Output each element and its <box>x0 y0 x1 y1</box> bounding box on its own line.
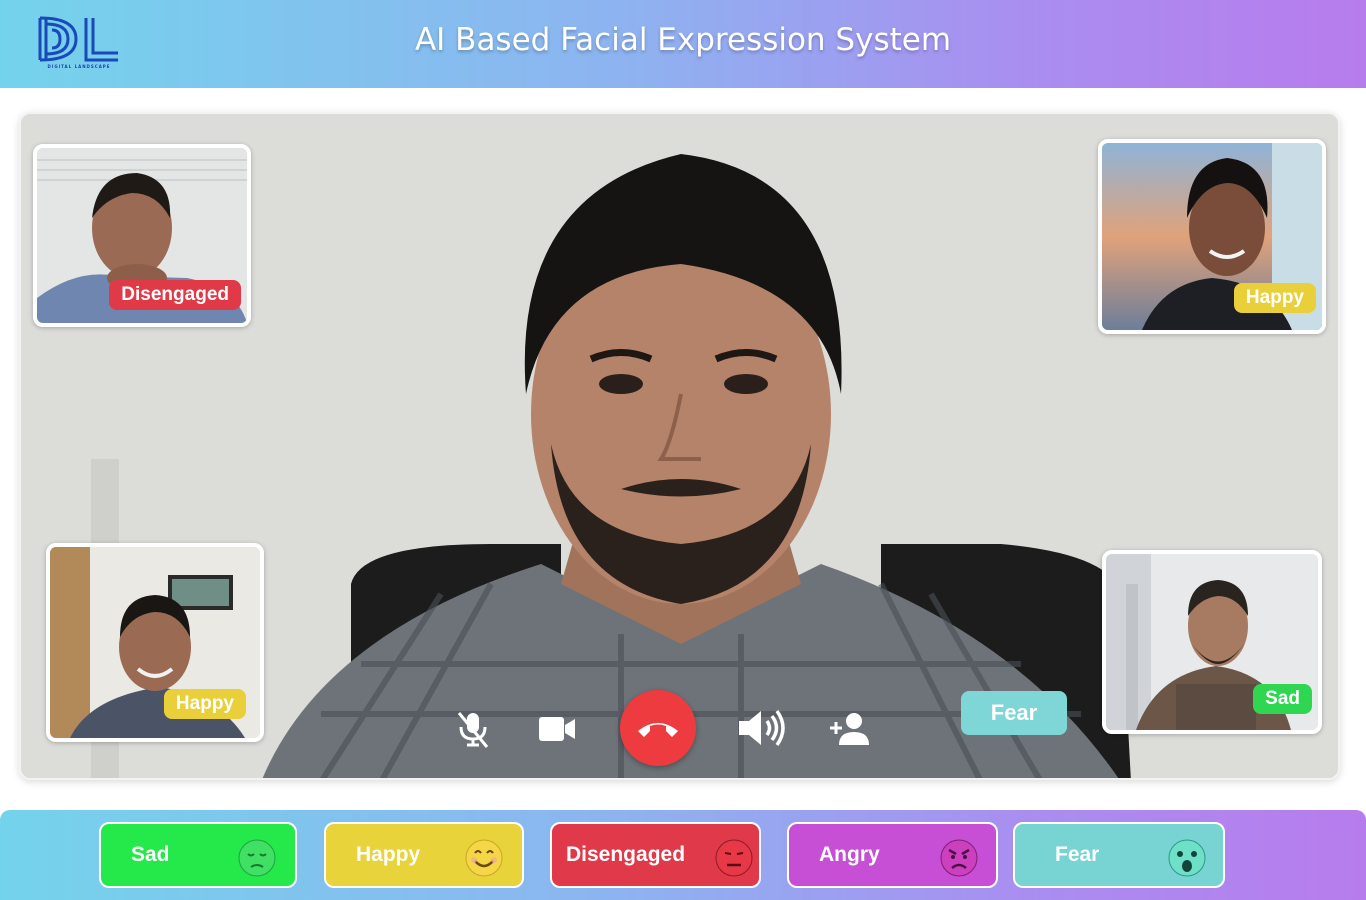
participant-3-emotion-tag: Happy <box>163 689 246 719</box>
volume-up-icon <box>739 709 785 747</box>
sad-face-icon <box>238 839 276 877</box>
end-call-button[interactable] <box>620 690 696 766</box>
mic-off-icon <box>457 712 489 748</box>
video-stage: Disengaged Happy Happy Sad Fear <box>19 112 1340 780</box>
participant-4-emotion-label: Sad <box>1265 688 1300 709</box>
participant-tile-2[interactable]: Happy <box>1098 139 1326 334</box>
emotion-button-angry[interactable]: Angry <box>787 822 998 888</box>
participant-1-emotion-tag: Disengaged <box>109 280 241 310</box>
participant-tile-4[interactable]: Sad <box>1102 550 1322 734</box>
smiling-face-icon <box>465 839 503 877</box>
fearful-face-icon <box>1168 839 1206 877</box>
emotion-button-sad[interactable]: Sad <box>99 822 297 888</box>
participant-tile-1[interactable]: Disengaged <box>33 144 251 327</box>
emotion-legend-bar: Sad Happy Disengaged Angry Fear <box>0 810 1366 900</box>
participant-3-emotion-label: Happy <box>175 693 234 714</box>
emotion-label-fear: Fear <box>1055 843 1100 866</box>
angry-face-icon <box>940 839 978 877</box>
emotion-button-happy[interactable]: Happy <box>324 822 524 888</box>
emotion-label-disengaged: Disengaged <box>566 843 686 866</box>
participant-4-emotion-tag: Sad <box>1253 684 1312 714</box>
emotion-button-fear[interactable]: Fear <box>1013 822 1225 888</box>
app-header: DIGITAL LANDSCAPE AI Based Facial Expres… <box>0 0 1366 88</box>
main-participant-emotion-tag: Fear <box>961 691 1067 735</box>
add-user-icon <box>830 713 869 745</box>
logo-text: DIGITAL LANDSCAPE <box>47 64 111 69</box>
participant-tile-3[interactable]: Happy <box>46 543 264 742</box>
neutral-face-icon <box>715 839 753 877</box>
participant-2-emotion-tag: Happy <box>1233 283 1316 313</box>
page-title: AI Based Facial Expression System <box>414 22 952 58</box>
camera-button[interactable] <box>535 707 579 751</box>
participant-2-emotion-label: Happy <box>1245 287 1304 308</box>
add-participant-button[interactable] <box>826 707 874 751</box>
video-camera-icon <box>539 717 575 741</box>
mute-mic-button[interactable] <box>451 707 495 751</box>
emotion-button-disengaged[interactable]: Disengaged <box>550 822 761 888</box>
phone-hangup-icon <box>638 723 678 737</box>
volume-button[interactable] <box>736 705 786 751</box>
participant-1-emotion-label: Disengaged <box>121 284 229 305</box>
emotion-label-angry: Angry <box>819 843 880 866</box>
emotion-label-happy: Happy <box>356 843 421 866</box>
emotion-label-sad: Sad <box>131 843 170 866</box>
